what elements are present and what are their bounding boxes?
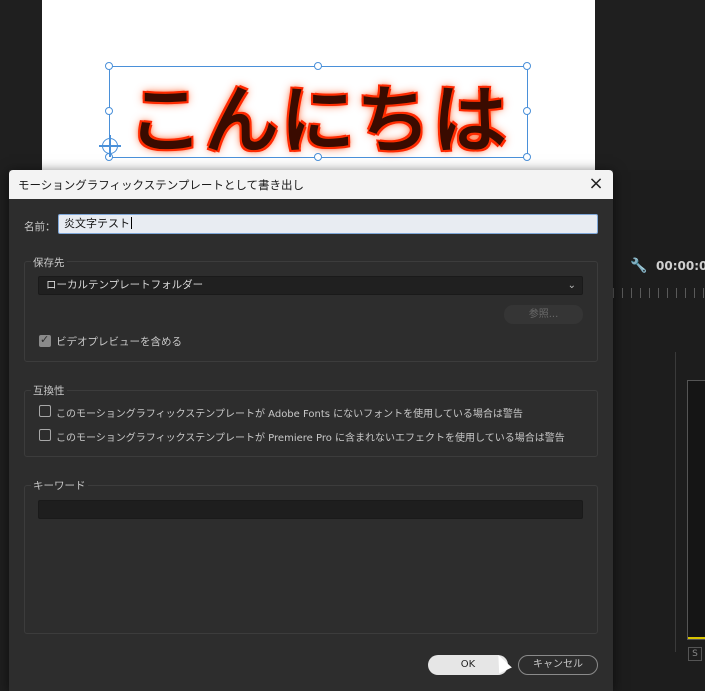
browse-button[interactable]: 参照... [504,305,583,324]
name-input[interactable]: 炎文字テスト [58,214,598,234]
effects-warning-checkbox[interactable] [39,429,51,441]
destination-select-value: ローカルテンプレートフォルダー [46,279,204,291]
resize-handle-bottom[interactable] [314,153,322,161]
resize-handle-top-right[interactable] [523,62,531,70]
dialog-titlebar[interactable]: モーショングラフィックステンプレートとして書き出し × [9,170,613,199]
anchor-point-icon[interactable] [99,135,121,157]
title-text[interactable]: こんにちは [110,61,527,168]
destination-select[interactable]: ローカルテンプレートフォルダー ⌄ [38,276,583,295]
name-label: 名前： [24,221,56,233]
resize-handle-top[interactable] [314,62,322,70]
chevron-down-icon: ⌄ [567,280,576,291]
include-preview-label[interactable]: ビデオプレビューを含める [56,334,182,349]
resize-handle-left[interactable] [105,107,113,115]
compatibility-label: 互換性 [31,383,67,398]
resize-handle-right[interactable] [523,107,531,115]
wrench-icon[interactable]: 🔧 [630,258,647,274]
time-ruler[interactable] [613,288,705,298]
keywords-input[interactable] [38,500,583,519]
timeline-marker-bar [688,637,705,639]
adobe-fonts-warning-checkbox[interactable] [39,405,51,417]
resize-handle-top-left[interactable] [105,62,113,70]
title-text-bounding-box[interactable]: こんにちは [109,66,528,164]
name-input-value: 炎文字テスト [64,217,130,230]
keywords-label: キーワード [31,478,88,493]
cancel-button[interactable]: キャンセル [518,655,598,675]
export-mogrt-dialog: モーショングラフィックステンプレートとして書き出し × 名前： 炎文字テスト 保… [9,170,613,691]
resize-handle-bottom-right[interactable] [523,153,531,161]
solo-button[interactable]: S [688,647,702,661]
effects-warning-label[interactable]: このモーショングラフィックステンプレートが Premiere Pro に含まれな… [56,429,565,444]
compatibility-group [24,390,598,457]
close-icon[interactable]: × [583,172,609,196]
include-preview-checkbox[interactable] [39,333,51,347]
adobe-fonts-warning-label[interactable]: このモーショングラフィックステンプレートが Adobe Fonts にないフォン… [56,405,523,420]
timecode-display[interactable]: 00:00:0 [656,259,705,273]
timeline-track[interactable] [687,380,705,640]
destination-label: 保存先 [31,255,67,270]
dialog-title: モーショングラフィックステンプレートとして書き出し [18,178,305,192]
text-caret [131,217,132,229]
